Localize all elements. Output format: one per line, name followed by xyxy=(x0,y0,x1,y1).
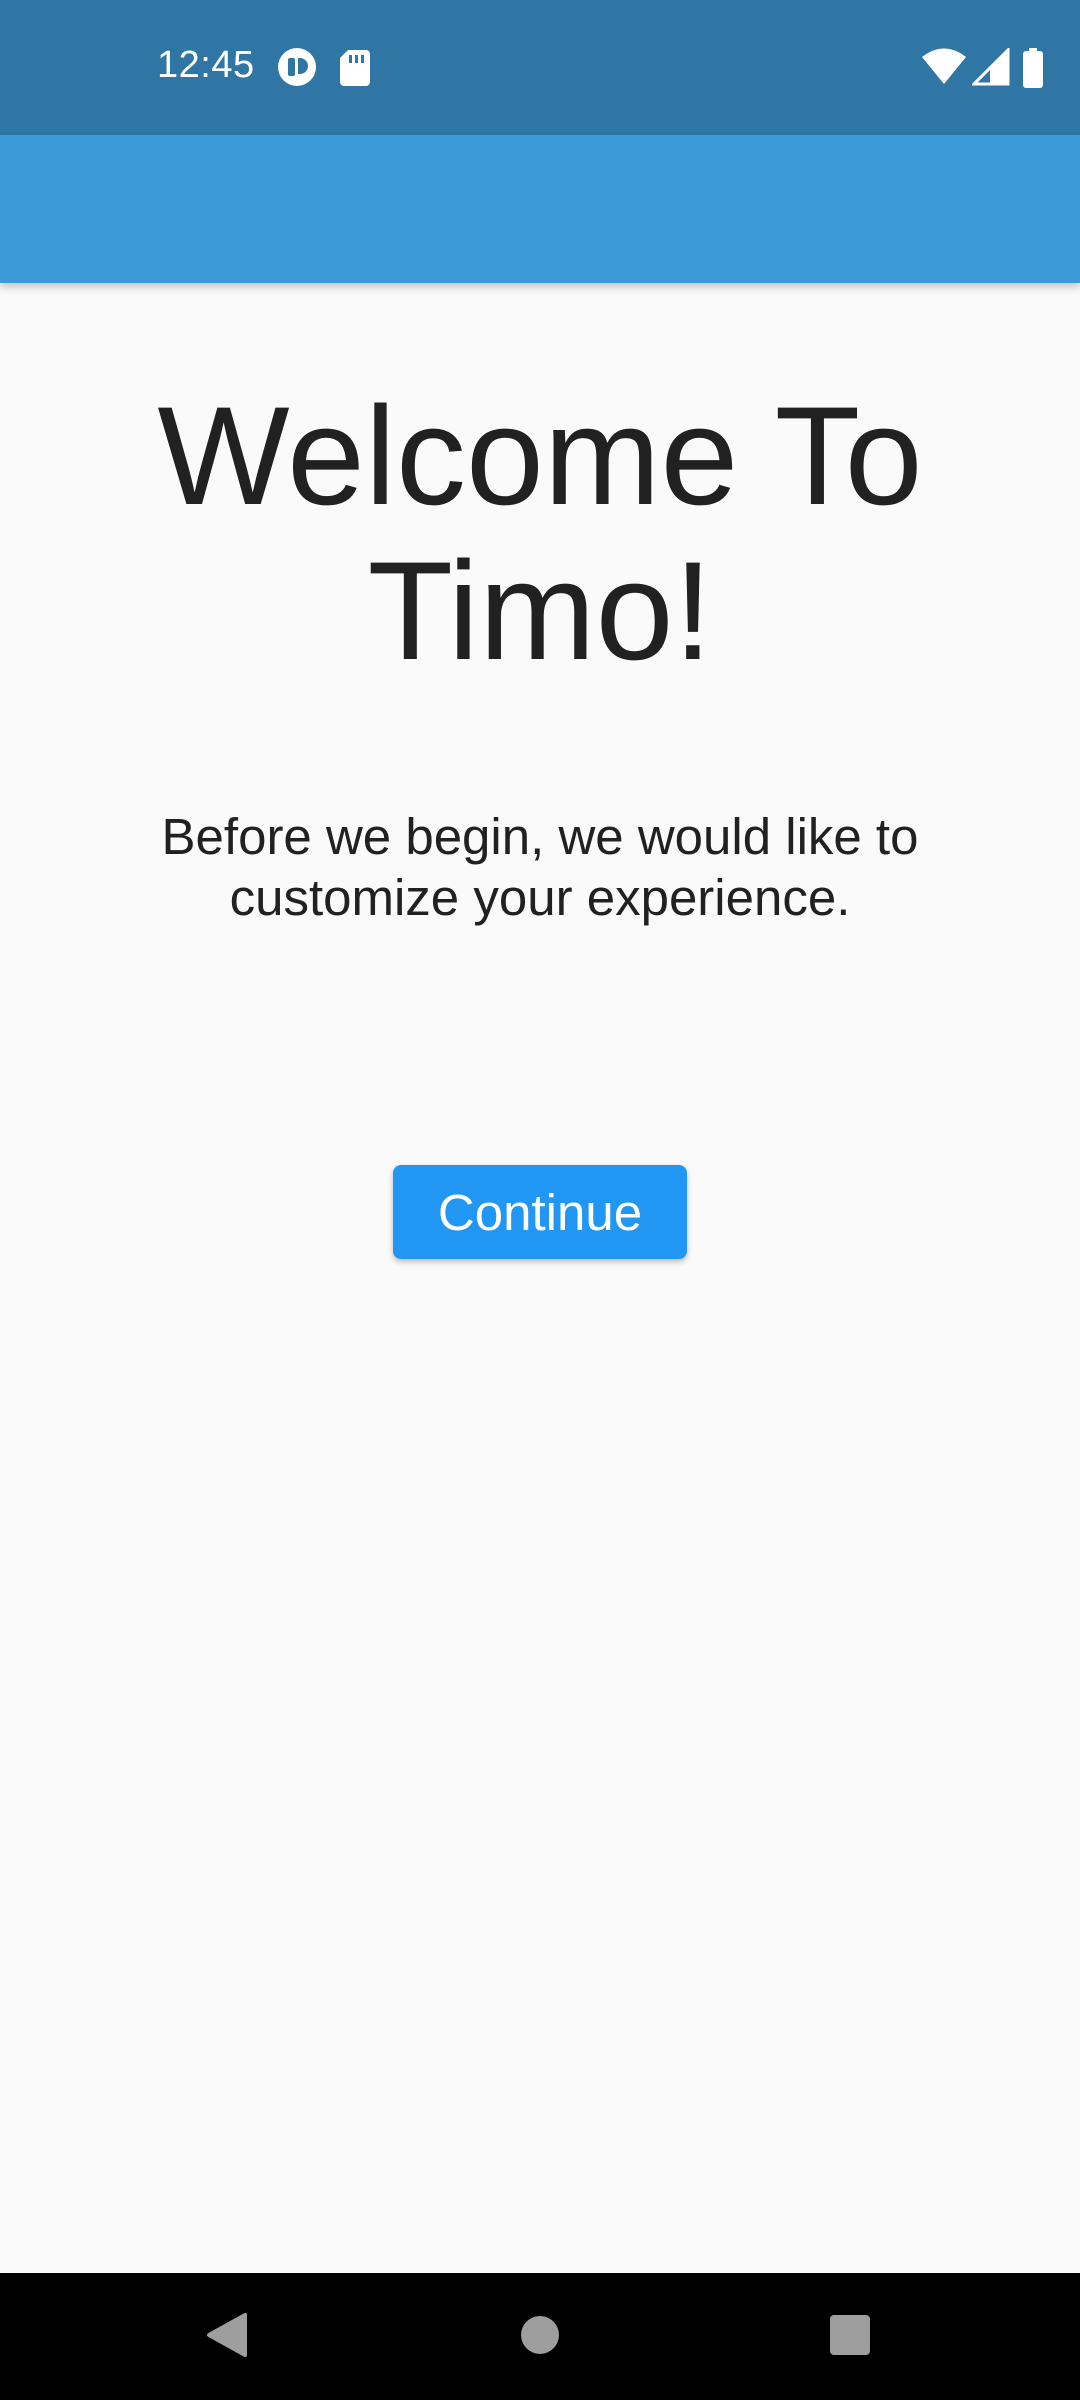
welcome-subtitle: Before we begin, we would like to custom… xyxy=(161,808,919,926)
status-icons-right xyxy=(922,46,1062,91)
navigation-bar xyxy=(0,2273,1080,2400)
status-bar: 12:45 xyxy=(0,0,1080,135)
battery-icon xyxy=(1022,48,1044,93)
welcome-screen: 12:45 Welcome To Timo! Before we begin, … xyxy=(0,0,1080,2400)
recents-icon xyxy=(829,2314,871,2361)
app-bar xyxy=(0,135,1080,283)
continue-button[interactable]: Continue xyxy=(393,1165,687,1259)
wifi-icon xyxy=(922,48,966,91)
back-button[interactable] xyxy=(185,2295,269,2379)
back-icon xyxy=(205,2311,249,2364)
welcome-title: Welcome To Timo! xyxy=(157,377,923,689)
home-icon xyxy=(520,2315,560,2360)
app-notification-icon xyxy=(278,48,316,86)
home-button[interactable] xyxy=(498,2295,582,2379)
recents-button[interactable] xyxy=(808,2295,892,2379)
status-time: 12:45 xyxy=(157,44,255,86)
cellular-signal-icon xyxy=(970,46,1010,91)
sd-card-icon xyxy=(338,48,376,86)
